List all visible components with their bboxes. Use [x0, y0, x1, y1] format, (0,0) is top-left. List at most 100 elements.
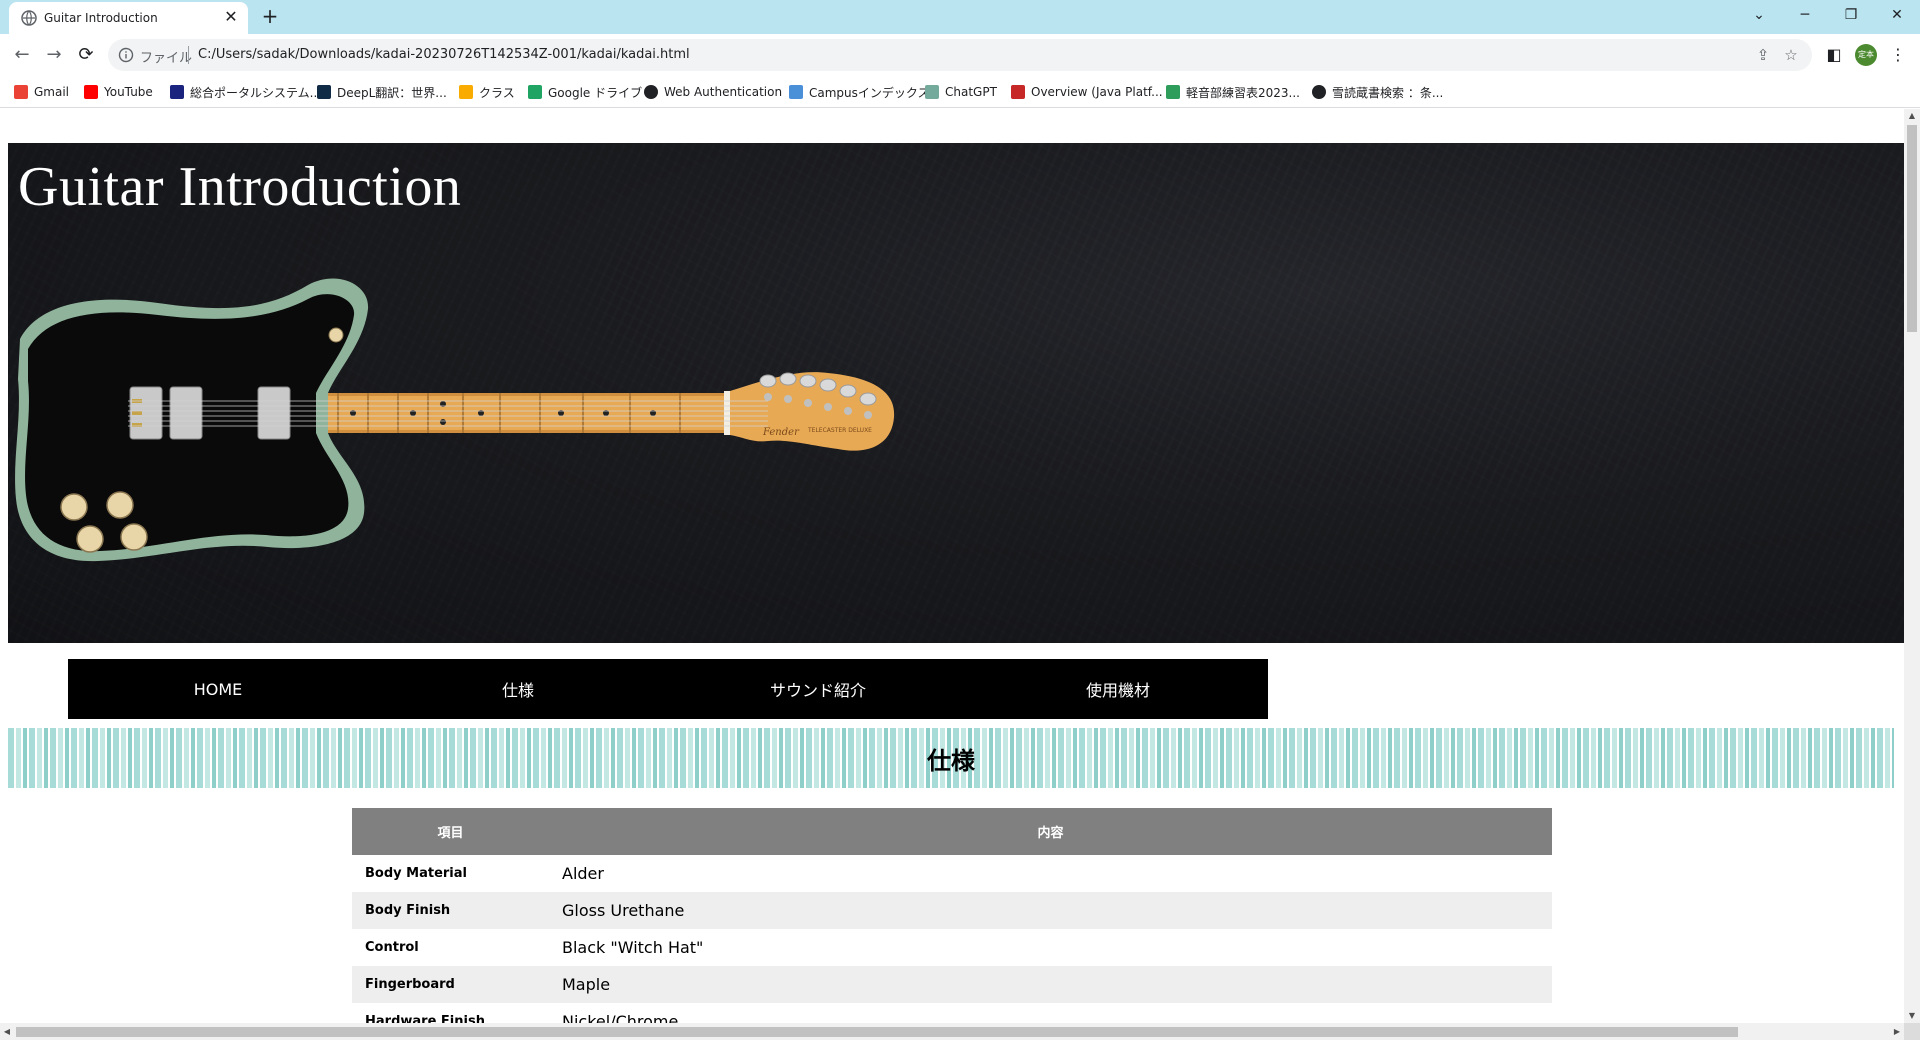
scroll-right-arrow-icon[interactable]: ▶ [1890, 1023, 1904, 1040]
section-heading-banner: 仕様 [8, 728, 1894, 788]
spec-value: Maple [549, 966, 1552, 1003]
headstock-model: TELECASTER DELUXE [807, 427, 872, 434]
side-panel-icon[interactable]: ◧ [1822, 43, 1846, 67]
new-tab-button[interactable]: + [258, 4, 282, 28]
bookmark-portal[interactable]: 総合ポータルシステム... [170, 84, 321, 100]
bookmark-classroom[interactable]: クラス [459, 84, 515, 100]
bookmark-label: Web Authentication [664, 85, 783, 99]
bookmarks-bar: Gmail YouTube 総合ポータルシステム... DeepL翻訳：世界..… [0, 76, 1920, 108]
bookmark-label: 軽音部練習表2023... [1186, 85, 1300, 100]
chatgpt-icon [925, 85, 939, 99]
bookmark-practice-table[interactable]: 軽音部練習表2023... [1166, 84, 1300, 100]
oracle-icon [1011, 85, 1025, 99]
sheet-icon [1166, 85, 1180, 99]
bookmark-label: 雪読蔵書検索 ：条... [1332, 85, 1444, 100]
url-separator [188, 46, 189, 64]
bookmark-label: 総合ポータルシステム... [190, 85, 322, 100]
url-scheme-label: ファイル [140, 51, 193, 66]
bookmark-label: Gmail [34, 85, 70, 99]
tab-search-icon[interactable]: ⌄ [1736, 2, 1782, 28]
nav-equipment-link[interactable]: 使用機材 [968, 659, 1268, 719]
bookmark-gmail[interactable]: Gmail [14, 84, 69, 100]
url-text[interactable]: C:/Users/sadak/Downloads/kadai-20230726T… [198, 47, 690, 62]
browser-tab[interactable]: Guitar Introduction ✕ [9, 2, 248, 34]
youtube-icon [84, 85, 98, 99]
spec-key: Body Material [365, 866, 467, 881]
restore-button[interactable]: ❐ [1828, 2, 1874, 28]
close-window-button[interactable]: ✕ [1874, 2, 1920, 28]
bookmark-deepl[interactable]: DeepL翻訳：世界... [317, 84, 447, 100]
minimize-button[interactable]: ─ [1782, 2, 1828, 28]
back-button[interactable]: ← [8, 41, 36, 69]
scroll-down-arrow-icon[interactable]: ▼ [1904, 1009, 1920, 1023]
bookmark-library-search[interactable]: 雪読蔵書検索 ：条... [1312, 84, 1443, 100]
section-heading: 仕様 [927, 746, 975, 775]
horizontal-scrollbar[interactable]: ◀ ▶ [0, 1023, 1904, 1040]
page-viewport: Guitar Introduction Fender TELECASTER DE… [0, 109, 1904, 1023]
guitar-image: Fender TELECASTER DELUXE [15, 278, 895, 562]
address-bar[interactable]: ファイル C:/Users/sadak/Downloads/kadai-2023… [108, 39, 1812, 71]
bookmark-java-overview[interactable]: Overview (Java Platf... [1011, 84, 1163, 100]
vertical-scrollbar[interactable]: ▲ ▼ [1904, 109, 1920, 1023]
profile-avatar[interactable]: 定本 [1855, 44, 1877, 66]
globe-icon [1312, 85, 1326, 99]
page-title: Guitar Introduction [18, 156, 462, 218]
tab-title: Guitar Introduction [44, 11, 158, 25]
deepl-icon [317, 85, 331, 99]
table-row: Body Finish Gloss Urethane [352, 892, 1552, 929]
bookmark-youtube[interactable]: YouTube [84, 84, 153, 100]
headstock-logo: Fender [762, 427, 800, 438]
bookmark-label: Campusインデックス [809, 85, 930, 100]
scrollbar-corner [1904, 1023, 1920, 1040]
horizontal-scroll-thumb[interactable] [16, 1027, 1738, 1037]
table-row: Fingerboard Maple [352, 966, 1552, 1003]
spec-value: Nickel/Chrome [562, 1012, 679, 1023]
school-icon [170, 85, 184, 99]
share-icon[interactable]: ⇪ [1754, 46, 1772, 64]
global-nav: HOME 仕様 サウンド紹介 使用機材 [68, 659, 1268, 719]
table-row: Control Black "Witch Hat" [352, 929, 1552, 966]
spec-value: Black "Witch Hat" [562, 938, 704, 957]
bookmark-label: クラス [479, 85, 515, 100]
tab-strip: Guitar Introduction ✕ + ⌄ ─ ❐ ✕ [0, 0, 1920, 34]
info-icon[interactable] [118, 47, 134, 63]
campus-icon [789, 85, 803, 99]
table-row: Hardware Finish Nickel/Chrome [352, 1003, 1552, 1023]
spec-key: Body Finish [352, 892, 549, 929]
table-row: Body Material Alder [352, 855, 1552, 892]
scroll-left-arrow-icon[interactable]: ◀ [0, 1023, 14, 1040]
drive-icon [528, 85, 542, 99]
forward-button[interactable]: → [40, 41, 68, 69]
nav-spec-link[interactable]: 仕様 [368, 659, 668, 719]
table-header-row: 項目 内容 [352, 808, 1552, 855]
bookmark-label: ChatGPT [945, 85, 997, 99]
bookmark-campus-index[interactable]: Campusインデックス [789, 84, 930, 100]
bookmark-star-icon[interactable]: ☆ [1782, 46, 1800, 64]
classroom-icon [459, 85, 473, 99]
spec-key: Fingerboard [352, 966, 549, 1003]
table-header-item: 項目 [352, 808, 549, 855]
tab-close-icon[interactable]: ✕ [222, 8, 240, 26]
spec-table: 項目 内容 Body Material Alder Body Finish Gl… [352, 808, 1552, 1023]
menu-icon[interactable]: ⋮ [1886, 43, 1910, 67]
spec-value: Alder [562, 864, 604, 883]
nav-sound-link[interactable]: サウンド紹介 [668, 659, 968, 719]
bookmark-label: DeepL翻訳：世界... [337, 85, 447, 100]
vertical-scroll-thumb[interactable] [1907, 125, 1917, 332]
reload-button[interactable]: ⟳ [72, 41, 100, 69]
bookmark-chatgpt[interactable]: ChatGPT [925, 84, 997, 100]
bookmark-web-authentication[interactable]: Web Authentication [644, 84, 782, 100]
bookmark-label: Overview (Java Platf... [1031, 85, 1163, 99]
bookmark-drive[interactable]: Google ドライブ [528, 84, 642, 100]
spec-value: Gloss Urethane [549, 892, 1552, 929]
bookmark-label: Google ドライブ [548, 85, 643, 100]
scroll-up-arrow-icon[interactable]: ▲ [1904, 109, 1920, 123]
bookmark-label: YouTube [104, 85, 153, 99]
globe-icon [644, 85, 658, 99]
spec-key: Hardware Finish [365, 1014, 485, 1023]
hero-banner: Guitar Introduction Fender TELECASTER DE… [8, 143, 1904, 643]
browser-toolbar: ← → ⟳ ファイル C:/Users/sadak/Downloads/kada… [0, 34, 1920, 76]
nav-home-link[interactable]: HOME [68, 659, 368, 719]
globe-icon [21, 10, 37, 26]
spec-key: Control [365, 940, 419, 955]
